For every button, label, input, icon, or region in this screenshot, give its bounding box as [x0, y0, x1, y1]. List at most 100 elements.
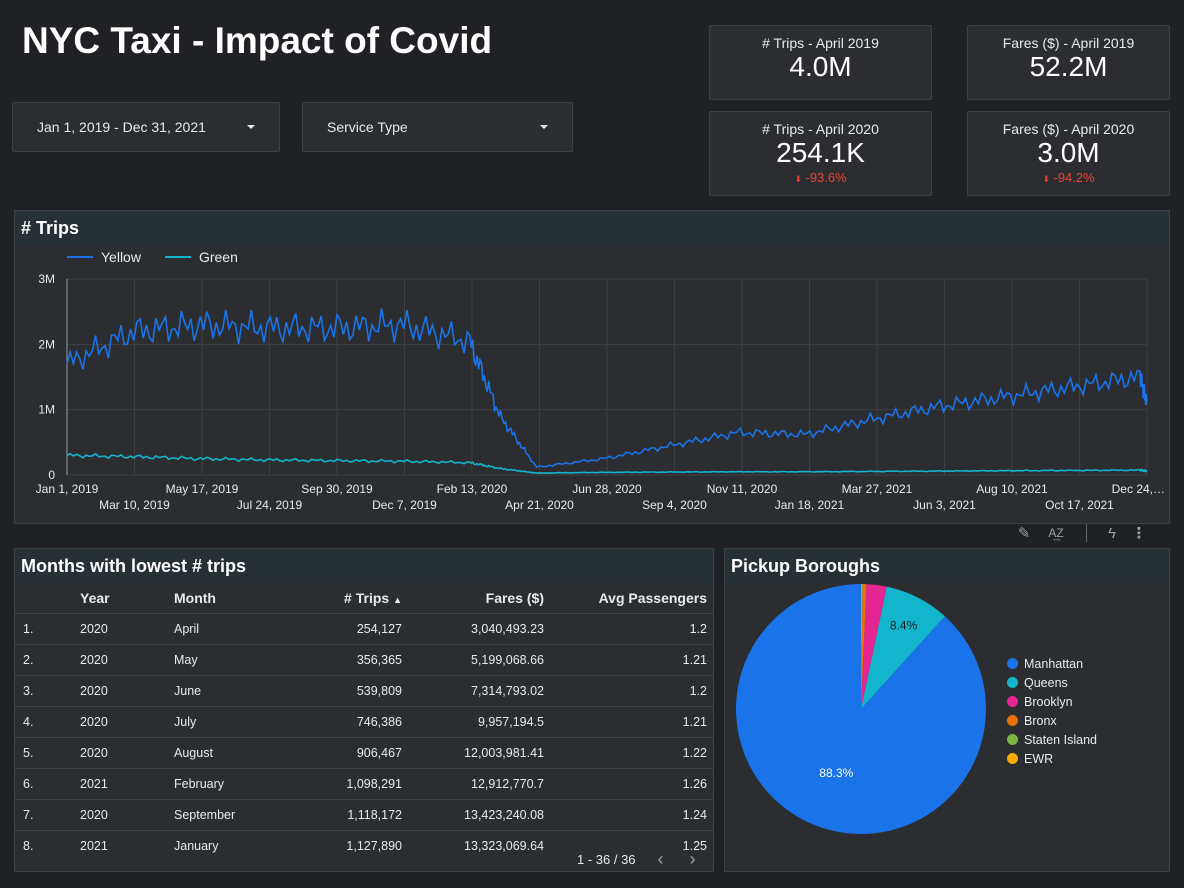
- kpi-trips-april-2019: # Trips - April 2019 4.0M: [709, 25, 932, 100]
- legend-item-brooklyn[interactable]: Brooklyn: [1007, 692, 1097, 711]
- chart-toolbar: ✎ A͢Z ϟ ⋮: [1012, 522, 1162, 544]
- col-year[interactable]: Year: [79, 583, 173, 614]
- legend-label: Brooklyn: [1024, 694, 1073, 709]
- kpi-label: # Trips - April 2020: [762, 121, 879, 137]
- legend-label: Bronx: [1024, 713, 1057, 728]
- pie-panel: Pickup Boroughs 88.3% 8.4% Manhattan Queen…: [724, 548, 1170, 872]
- col-trips[interactable]: # Trips ▲: [271, 583, 403, 614]
- legend-item-manhattan[interactable]: Manhattan: [1007, 654, 1097, 673]
- table-cell: 2020: [79, 675, 173, 707]
- sort-asc-icon: ▲: [393, 595, 402, 605]
- chevron-right-icon[interactable]: ›: [690, 849, 696, 870]
- table-cell: 1.: [15, 613, 79, 645]
- legend-item-bronx[interactable]: Bronx: [1007, 711, 1097, 730]
- table-cell: July: [173, 706, 271, 738]
- x-tick-label: May 17, 2019: [166, 482, 239, 496]
- legend-swatch: [1007, 734, 1018, 745]
- x-tick-label: Jun 28, 2020: [572, 482, 642, 496]
- kpi-value: 3.0M: [1037, 137, 1100, 168]
- col-avg-passengers[interactable]: Avg Passengers: [545, 583, 713, 614]
- table-row[interactable]: 5. 2020 August 906,467 12,003,981.41 1.22: [15, 737, 713, 769]
- kpi-label: # Trips - April 2019: [762, 35, 879, 51]
- page-title: NYC Taxi - Impact of Covid: [22, 20, 493, 61]
- x-tick-label: Aug 10, 2021: [976, 482, 1048, 496]
- x-tick-label: Oct 17, 2021: [1045, 498, 1114, 512]
- table-cell: 7.: [15, 799, 79, 831]
- legend-label: EWR: [1024, 751, 1054, 766]
- table-row[interactable]: 3. 2020 June 539,809 7,314,793.02 1.2: [15, 675, 713, 707]
- x-tick-label: Feb 13, 2020: [437, 482, 508, 496]
- service-type-label: Service Type: [327, 119, 408, 135]
- y-tick-label: 1M: [38, 403, 55, 417]
- table-cell: 2020: [79, 737, 173, 769]
- table-cell: 8.: [15, 830, 79, 861]
- table-cell: 1.26: [545, 768, 713, 800]
- borough-pie-chart: 88.3% 8.4%: [736, 583, 987, 834]
- table-cell: 5.: [15, 737, 79, 769]
- kpi-value: 4.0M: [789, 51, 852, 82]
- chevron-left-icon[interactable]: ‹: [658, 849, 664, 870]
- legend-swatch: [1007, 677, 1018, 688]
- x-tick-label: Sep 30, 2019: [301, 482, 373, 496]
- kpi-delta-value: -93.6%: [805, 170, 847, 185]
- legend-item-staten-island[interactable]: Staten Island: [1007, 730, 1097, 749]
- arrow-down-icon: ⬇: [1042, 174, 1050, 184]
- table-cell: April: [173, 613, 271, 645]
- legend-swatch: [1007, 715, 1018, 726]
- col-trips-label: # Trips: [344, 590, 390, 606]
- x-tick-label: Apr 21, 2020: [505, 498, 574, 512]
- table-header-row: Year Month # Trips ▲ Fares ($) Avg Passe…: [15, 583, 713, 614]
- trips-line-chart: 3M 2M 1M 0Jan 1, 2019Mar 10, 2019 May 17, 20…: [36, 272, 1165, 512]
- table-row[interactable]: 4. 2020 July 746,386 9,957,194.5 1.21: [15, 706, 713, 738]
- pie-data-label: 8.4%: [890, 619, 918, 633]
- kpi-value: 52.2M: [1029, 51, 1108, 82]
- table-cell: 6.: [15, 768, 79, 800]
- x-tick-label: Mar 10, 2019: [99, 498, 170, 512]
- table-cell: 2020: [79, 644, 173, 676]
- flash-off-icon[interactable]: ϟ: [1097, 525, 1127, 542]
- table-row[interactable]: 6. 2021 February 1,098,291 12,912,770.7 1.26: [15, 768, 713, 800]
- table-cell: 3,040,493.23: [403, 613, 545, 645]
- more-vert-icon[interactable]: ⋮: [1127, 524, 1151, 542]
- legend-swatch: [1007, 753, 1018, 764]
- legend-swatch: [1007, 658, 1018, 669]
- y-tick-label: 2M: [38, 337, 55, 351]
- x-tick-label: Mar 27, 2021: [842, 482, 913, 496]
- panel-title: Months with lowest # trips: [15, 549, 713, 583]
- legend-item-queens[interactable]: Queens: [1007, 673, 1097, 692]
- date-range-label: Jan 1, 2019 - Dec 31, 2021: [37, 119, 206, 135]
- table-cell: 906,467: [271, 737, 403, 769]
- table-cell: 7,314,793.02: [403, 675, 545, 707]
- table-cell: 12,912,770.7: [403, 768, 545, 800]
- table-cell: 1.22: [545, 737, 713, 769]
- table-cell: 2021: [79, 768, 173, 800]
- sort-az-icon[interactable]: A͢Z: [1036, 526, 1076, 540]
- table-cell: 2020: [79, 799, 173, 831]
- col-month[interactable]: Month: [173, 583, 271, 614]
- table-row[interactable]: 2. 2020 May 356,365 5,199,068.66 1.21: [15, 644, 713, 676]
- table-cell: January: [173, 830, 271, 861]
- legend-item-ewr[interactable]: EWR: [1007, 749, 1097, 768]
- table-row[interactable]: 7. 2020 September 1,118,172 13,423,240.08 1.2…: [15, 799, 713, 831]
- kpi-delta: ⬇ -93.6%: [710, 170, 931, 185]
- x-tick-label: Nov 11, 2020: [707, 482, 778, 496]
- service-type-filter[interactable]: Service Type: [302, 102, 573, 152]
- date-range-picker[interactable]: Jan 1, 2019 - Dec 31, 2021: [12, 102, 280, 152]
- table-cell: 2021: [79, 830, 173, 861]
- x-tick-label: Jun 3, 2021: [913, 498, 976, 512]
- chevron-down-icon: [540, 125, 548, 129]
- legend-label: Manhattan: [1024, 656, 1084, 671]
- pie-data-label: 88.3%: [819, 766, 853, 780]
- y-tick-label: 0: [48, 468, 55, 482]
- table-cell: 4.: [15, 706, 79, 738]
- col-fares[interactable]: Fares ($): [403, 583, 545, 614]
- table-cell: 9,957,194.5: [403, 706, 545, 738]
- panel-title: Pickup Boroughs: [725, 549, 1169, 583]
- table-cell: 2020: [79, 613, 173, 645]
- x-tick-label: Dec 24,…: [1112, 482, 1165, 496]
- table-cell: 13,323,069.64: [403, 830, 545, 861]
- kpi-fares-april-2019: Fares ($) - April 2019 52.2M: [967, 25, 1170, 100]
- pencil-icon[interactable]: ✎: [1012, 524, 1036, 542]
- table-row[interactable]: 1. 2020 April 254,127 3,040,493.23 1.2: [15, 613, 713, 645]
- kpi-label: Fares ($) - April 2019: [1002, 35, 1135, 51]
